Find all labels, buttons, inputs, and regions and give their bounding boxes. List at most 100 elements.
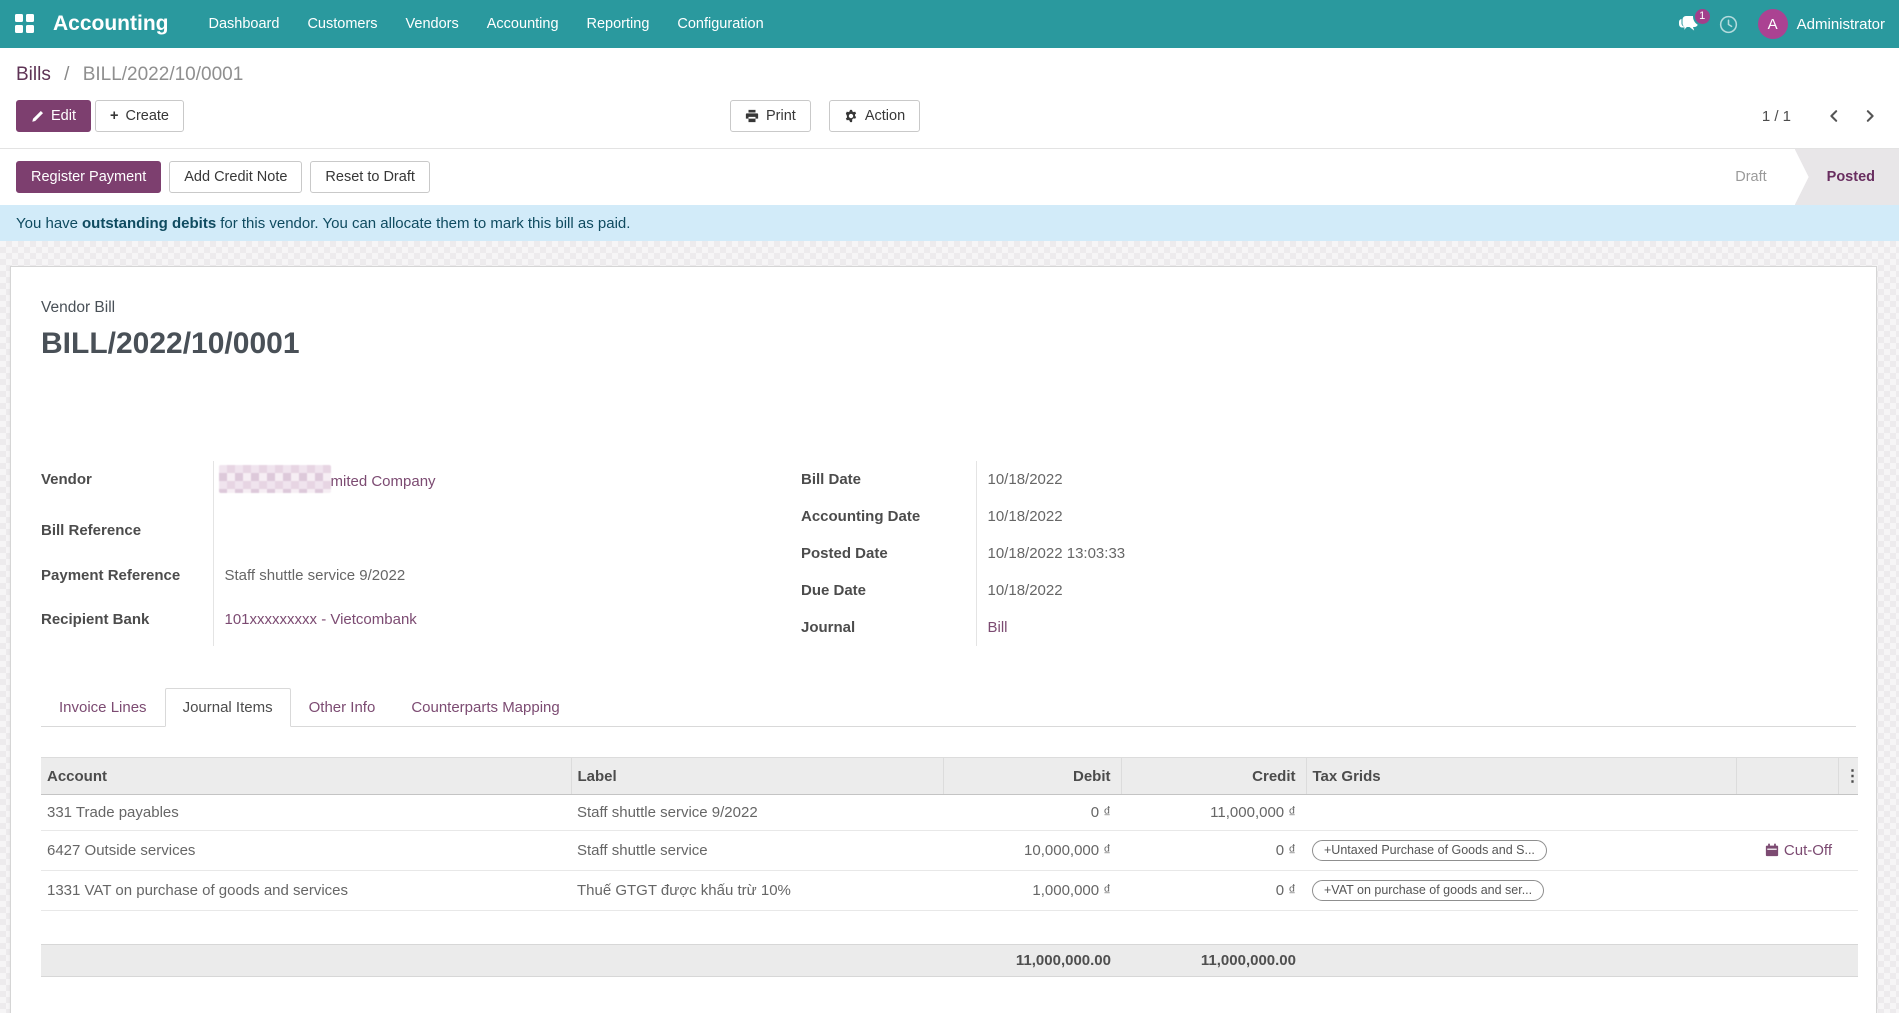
tax-grid-tag[interactable]: +VAT on purchase of goods and ser... xyxy=(1312,880,1544,901)
nav-item-customers[interactable]: Customers xyxy=(293,0,391,48)
status-button-row: Register Payment Add Credit Note Reset t… xyxy=(0,148,1899,205)
total-credit: 11,000,000.00 xyxy=(1121,945,1306,977)
cutoff-button[interactable]: Cut-Off xyxy=(1736,831,1838,871)
cell-tax-grids: +VAT on purchase of goods and ser... xyxy=(1306,871,1736,911)
recipient-bank-value[interactable]: 101xxxxxxxxx - Vietcombank xyxy=(213,601,801,646)
cell-label: Staff shuttle service 9/2022 xyxy=(571,795,943,831)
accounting-date-label: Accounting Date xyxy=(801,498,976,535)
column-header-debit[interactable]: Debit xyxy=(943,758,1121,795)
create-button[interactable]: + Create xyxy=(95,100,184,132)
edit-button-label: Edit xyxy=(51,108,76,124)
nav-item-reporting[interactable]: Reporting xyxy=(573,0,664,48)
print-button[interactable]: Print xyxy=(730,100,811,132)
cell-debit: 10,000,000 ₫ xyxy=(943,831,1121,871)
create-button-label: Create xyxy=(125,108,169,124)
cell-credit: 0 ₫ xyxy=(1121,871,1306,911)
nav-item-vendors[interactable]: Vendors xyxy=(392,0,473,48)
document-name: BILL/2022/10/0001 xyxy=(41,327,1856,361)
journal-label: Journal xyxy=(801,609,976,646)
edit-button[interactable]: Edit xyxy=(16,100,91,132)
tab-counterparts-mapping[interactable]: Counterparts Mapping xyxy=(393,688,577,727)
control-panel: Bills / BILL/2022/10/0001 Edit + Create … xyxy=(0,48,1899,148)
column-header-account[interactable]: Account xyxy=(41,758,571,795)
table-totals-row: 11,000,000.00 11,000,000.00 xyxy=(41,945,1858,977)
tab-invoice-lines[interactable]: Invoice Lines xyxy=(41,688,165,727)
control-panel-buttons: Edit + Create Print Action 1 / 1 xyxy=(16,100,1883,132)
journal-value[interactable]: Bill xyxy=(976,609,1561,646)
plus-icon: + xyxy=(110,108,118,124)
user-name: Administrator xyxy=(1797,16,1885,33)
table-row[interactable]: 6427 Outside services Staff shuttle serv… xyxy=(41,831,1858,871)
navbar-right: 1 A Administrator xyxy=(1678,9,1899,39)
bill-reference-label: Bill Reference xyxy=(41,512,213,557)
cell-account: 6427 Outside services xyxy=(41,831,571,871)
app-brand[interactable]: Accounting xyxy=(53,12,169,36)
posted-date-label: Posted Date xyxy=(801,535,976,572)
cell-tax-grids xyxy=(1306,795,1736,831)
column-header-label[interactable]: Label xyxy=(571,758,943,795)
cell-label: Staff shuttle service xyxy=(571,831,943,871)
statusbar: Draft Posted xyxy=(1723,149,1899,205)
cell-account: 331 Trade payables xyxy=(41,795,571,831)
due-date-label: Due Date xyxy=(801,572,976,609)
pager: 1 / 1 xyxy=(1762,108,1883,125)
field-groups: Vendor mited Company Bill Reference Paym… xyxy=(41,461,1856,646)
odoo-accounting-screen: Accounting Dashboard Customers Vendors A… xyxy=(0,0,1899,1013)
accounting-date-value: 10/18/2022 xyxy=(976,498,1561,535)
pager-previous-icon[interactable] xyxy=(1827,109,1841,123)
cell-cutoff xyxy=(1736,795,1838,831)
field-group-right: Bill Date 10/18/2022 Accounting Date 10/… xyxy=(801,461,1561,646)
column-header-cutoff xyxy=(1736,758,1838,795)
statusbar-state-posted[interactable]: Posted xyxy=(1795,149,1899,205)
top-navbar: Accounting Dashboard Customers Vendors A… xyxy=(0,0,1899,48)
field-group-left: Vendor mited Company Bill Reference Paym… xyxy=(41,461,801,646)
notebook-tabs: Invoice Lines Journal Items Other Info C… xyxy=(41,688,1856,727)
breadcrumb-current: BILL/2022/10/0001 xyxy=(83,64,244,85)
messages-badge: 1 xyxy=(1693,7,1712,26)
bill-date-value: 10/18/2022 xyxy=(976,461,1561,498)
calendar-icon xyxy=(1765,843,1779,857)
table-row[interactable]: 1331 VAT on purchase of goods and servic… xyxy=(41,871,1858,911)
print-button-label: Print xyxy=(766,108,796,124)
optional-columns-icon[interactable]: ⋮ xyxy=(1838,758,1858,795)
column-header-credit[interactable]: Credit xyxy=(1121,758,1306,795)
nav-item-dashboard[interactable]: Dashboard xyxy=(195,0,294,48)
table-header-row: Account Label Debit Credit Tax Grids ⋮ xyxy=(41,758,1858,795)
apps-menu-icon[interactable] xyxy=(15,14,35,34)
statusbar-state-draft[interactable]: Draft xyxy=(1723,149,1794,205)
breadcrumb-separator: / xyxy=(64,64,69,85)
cell-credit: 0 ₫ xyxy=(1121,831,1306,871)
user-menu[interactable]: A Administrator xyxy=(1758,9,1891,39)
cell-debit: 0 ₫ xyxy=(943,795,1121,831)
messages-icon[interactable]: 1 xyxy=(1678,15,1699,34)
tax-grid-tag[interactable]: +Untaxed Purchase of Goods and S... xyxy=(1312,840,1547,861)
activities-clock-icon[interactable] xyxy=(1719,15,1738,34)
action-button[interactable]: Action xyxy=(829,100,920,132)
register-payment-button[interactable]: Register Payment xyxy=(16,161,161,193)
payment-reference-label: Payment Reference xyxy=(41,557,213,602)
cell-tax-grids: +Untaxed Purchase of Goods and S... xyxy=(1306,831,1736,871)
vendor-value[interactable]: mited Company xyxy=(213,461,801,512)
due-date-value: 10/18/2022 xyxy=(976,572,1561,609)
form-sheet: Vendor Bill BILL/2022/10/0001 Vendor mit… xyxy=(10,266,1877,1013)
cell-account: 1331 VAT on purchase of goods and servic… xyxy=(41,871,571,911)
tab-journal-items[interactable]: Journal Items xyxy=(165,688,291,727)
nav-item-accounting[interactable]: Accounting xyxy=(473,0,573,48)
reset-to-draft-button[interactable]: Reset to Draft xyxy=(310,161,429,193)
breadcrumb-bills[interactable]: Bills xyxy=(16,64,51,85)
table-row[interactable]: 331 Trade payables Staff shuttle service… xyxy=(41,795,1858,831)
breadcrumb: Bills / BILL/2022/10/0001 xyxy=(16,64,1883,86)
posted-date-value: 10/18/2022 13:03:33 xyxy=(976,535,1561,572)
tab-other-info[interactable]: Other Info xyxy=(291,688,394,727)
add-credit-note-button[interactable]: Add Credit Note xyxy=(169,161,302,193)
form-view-background: Vendor Bill BILL/2022/10/0001 Vendor mit… xyxy=(0,241,1899,1013)
pencil-icon xyxy=(31,110,44,123)
pager-next-icon[interactable] xyxy=(1863,109,1877,123)
nav-item-configuration[interactable]: Configuration xyxy=(663,0,777,48)
bill-date-label: Bill Date xyxy=(801,461,976,498)
column-header-tax-grids[interactable]: Tax Grids xyxy=(1306,758,1736,795)
pager-value: 1 / 1 xyxy=(1762,108,1791,125)
cell-credit: 11,000,000 ₫ xyxy=(1121,795,1306,831)
document-type-label: Vendor Bill xyxy=(41,299,1856,317)
vendor-label: Vendor xyxy=(41,461,213,512)
